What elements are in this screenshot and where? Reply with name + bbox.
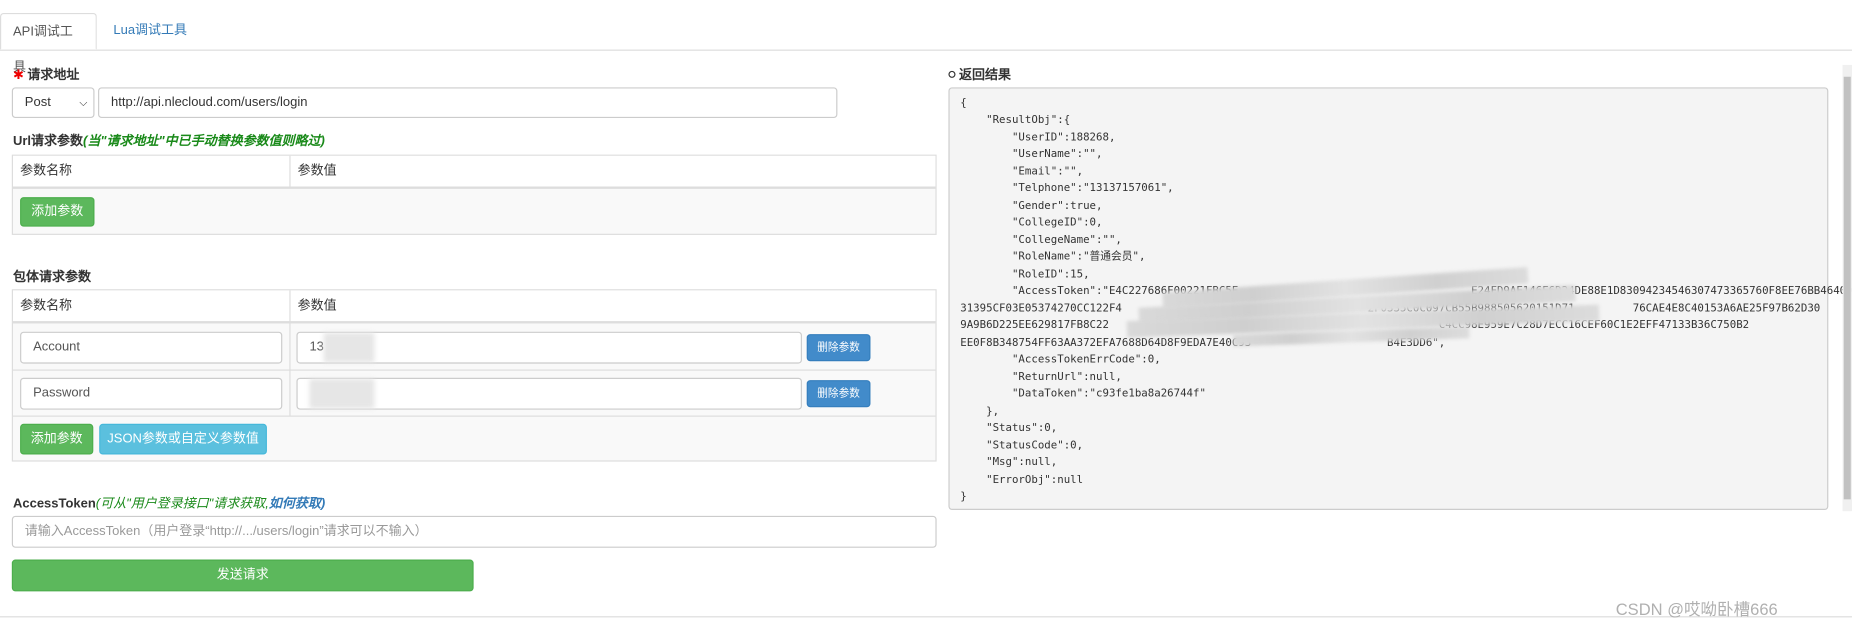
json-line: }, bbox=[960, 405, 1000, 418]
send-request-button[interactable]: 发送请求 bbox=[11, 559, 474, 592]
method-value: Post bbox=[24, 95, 51, 110]
url-params-table: 参数名称 参数值 添加参数 bbox=[11, 154, 937, 235]
divider bbox=[289, 290, 291, 416]
json-line: "CollegeID":0, bbox=[960, 217, 1103, 230]
json-line: "UserID":188268, bbox=[960, 132, 1116, 144]
request-address-text: 请求地址 bbox=[27, 68, 80, 83]
column-name-header: 参数名称 bbox=[20, 164, 73, 179]
json-line: "Email":"", bbox=[960, 166, 1084, 179]
json-line: "ResultObj":{ bbox=[960, 115, 1071, 127]
json-line: "Msg":null, bbox=[960, 457, 1058, 469]
circle-icon bbox=[948, 70, 956, 78]
access-token-title: AccessToken bbox=[12, 496, 96, 512]
json-line: "AccessTokenErrCode":0, bbox=[960, 354, 1161, 367]
column-value-header: 参数值 bbox=[297, 298, 337, 313]
json-line: "StatusCode":0, bbox=[960, 439, 1084, 452]
column-value-header: 参数值 bbox=[297, 164, 337, 179]
body-params-table: 参数名称 参数值 Account 130000000 删除参数 Password… bbox=[11, 289, 937, 462]
json-line: { bbox=[960, 97, 967, 110]
param-name-input-password[interactable]: Password bbox=[20, 377, 283, 410]
scrollbar[interactable] bbox=[1842, 64, 1852, 512]
json-line: "Gender":true, bbox=[960, 200, 1103, 213]
table-header: 参数名称 参数值 bbox=[12, 290, 936, 324]
json-line: "Status":0, bbox=[960, 422, 1058, 435]
request-address-label: ✱ 请求地址 bbox=[13, 65, 79, 84]
result-label: 返回结果 bbox=[948, 65, 1011, 84]
table-header: 参数名称 参数值 bbox=[12, 155, 936, 189]
divider bbox=[12, 415, 936, 417]
json-line: "ErrorObj":null bbox=[960, 474, 1084, 486]
url-params-label: Url请求参数(当"请求地址"中已手动替换参数值则略过) bbox=[13, 131, 325, 150]
url-input[interactable]: http://api.nlecloud.com/users/login bbox=[98, 87, 838, 119]
method-select[interactable]: Post ⌵ bbox=[11, 87, 95, 119]
scrollbar-thumb[interactable] bbox=[1843, 76, 1851, 500]
watermark: CSDN @哎呦卧槽666 bbox=[1615, 599, 1778, 619]
tab-api-debug[interactable]: API调试工具 bbox=[0, 12, 97, 74]
required-icon: ✱ bbox=[12, 68, 24, 83]
url-params-hint: (当"请求地址"中已手动替换参数值则略过) bbox=[83, 134, 325, 149]
body-params-label: 包体请求参数 bbox=[12, 270, 91, 285]
delete-param-button[interactable]: 删除参数 bbox=[806, 380, 871, 408]
json-line: "CollegeName":"", bbox=[960, 234, 1122, 247]
bottom-divider bbox=[0, 616, 1852, 618]
hint-close: ) bbox=[320, 496, 326, 512]
json-line: "DataToken":"c93fe1ba8a26744f" bbox=[960, 388, 1206, 401]
json-param-button[interactable]: JSON参数或自定义参数值 bbox=[99, 423, 267, 455]
json-line: "RoleName":"普通会员", bbox=[960, 251, 1146, 264]
url-params-title: Url请求参数 bbox=[12, 134, 84, 149]
result-title: 返回结果 bbox=[959, 68, 1012, 83]
param-name-input-account[interactable]: Account bbox=[20, 331, 283, 364]
column-name-header: 参数名称 bbox=[20, 298, 73, 313]
result-panel: { "ResultObj":{ "UserID":188268, "UserNa… bbox=[948, 87, 1852, 510]
param-value-input-password[interactable]: 000000000 bbox=[296, 377, 802, 410]
delete-param-button[interactable]: 删除参数 bbox=[806, 334, 871, 362]
access-token-label: AccessToken(可从"用户登录接口"请求获取,如何获取) bbox=[13, 493, 325, 512]
access-token-input[interactable]: 请输入AccessToken（用户登录“http://.../users/log… bbox=[11, 515, 937, 548]
param-value-text: 13 bbox=[309, 339, 324, 355]
access-token-hint: (可从"用户登录接口"请求获取, bbox=[95, 496, 269, 512]
json-line: } bbox=[960, 491, 967, 504]
json-line: "Telphone":"13137157061", bbox=[960, 183, 1174, 196]
redacted-value: 000000000 bbox=[309, 378, 375, 409]
redacted-value: 0000000 bbox=[323, 332, 375, 363]
add-url-param-button[interactable]: 添加参数 bbox=[20, 197, 95, 227]
json-line: "UserName":"", bbox=[960, 149, 1103, 162]
add-body-param-button[interactable]: 添加参数 bbox=[20, 423, 94, 455]
json-line: "ReturnUrl":null, bbox=[960, 371, 1122, 384]
chevron-down-icon: ⌵ bbox=[79, 96, 88, 109]
tab-lua-debug[interactable]: Lua调试工具 bbox=[102, 13, 199, 50]
divider bbox=[12, 369, 936, 371]
how-to-get-link[interactable]: 如何获取 bbox=[269, 497, 321, 511]
param-value-input-account[interactable]: 130000000 bbox=[296, 331, 802, 364]
tab-bar bbox=[0, 0, 1852, 51]
